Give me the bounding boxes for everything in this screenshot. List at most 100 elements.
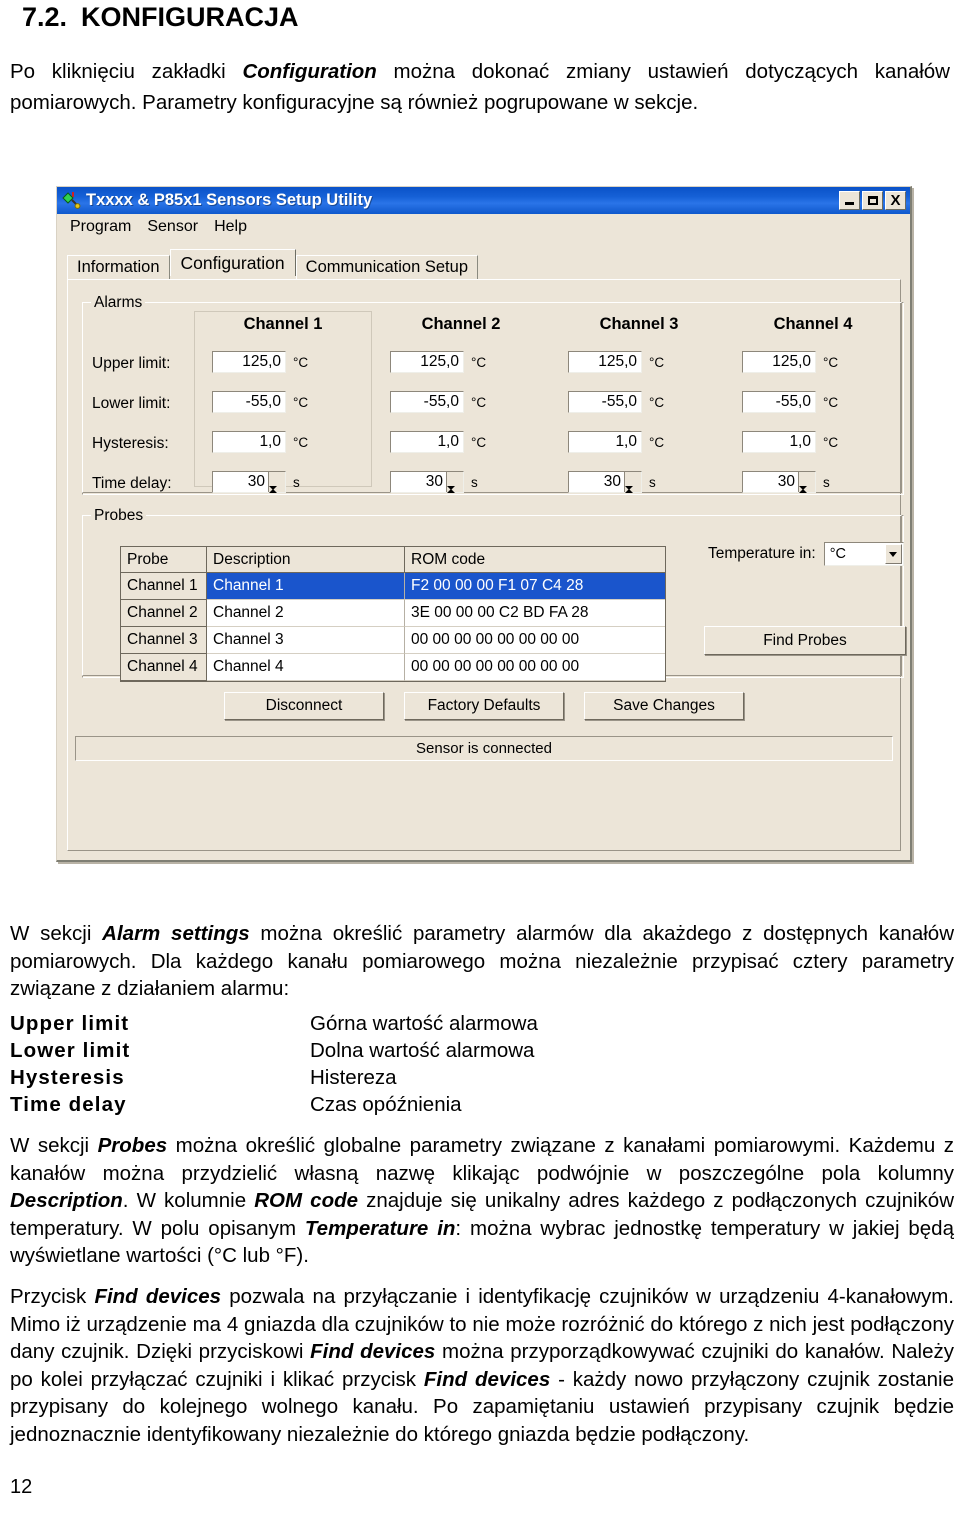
tab-configuration[interactable]: Configuration: [169, 249, 296, 276]
intro-text-before: Po kliknięciu zakładki: [10, 60, 243, 83]
action-button-row: Disconnect Factory Defaults Save Changes: [68, 692, 900, 720]
definition-term: Hysteresis: [10, 1066, 125, 1089]
probe-description-cell[interactable]: Channel 3: [207, 627, 405, 654]
maximize-button[interactable]: [862, 191, 883, 210]
definition-term: Lower limit: [10, 1039, 131, 1062]
menu-item-sensor[interactable]: Sensor: [147, 218, 198, 236]
p1-text-a: W sekcji: [10, 922, 103, 945]
probe-rom-code-cell: 00 00 00 00 00 00 00 00: [405, 627, 665, 654]
table-row[interactable]: Channel 2 Channel 2 3E 00 00 00 C2 BD FA…: [121, 600, 665, 627]
ch1-upper-unit: °C: [293, 354, 309, 370]
alarms-grid: Upper limit: Lower limit: Hysteresis: Ti…: [82, 309, 904, 507]
ch4-hysteresis-input[interactable]: 1,0: [742, 431, 816, 453]
channel-2-header: Channel 2: [421, 315, 501, 333]
probe-rom-code-cell: 00 00 00 00 00 00 00 00: [405, 654, 665, 681]
page-number: 12: [10, 1476, 33, 1498]
probe-rom-code-cell: F2 00 00 00 F1 07 C4 28: [405, 573, 665, 600]
alarm-settings-paragraph: W sekcji Alarm settings można określić p…: [10, 920, 954, 1003]
p2-emphasis-probes: Probes: [97, 1134, 168, 1157]
page-title: 7.2. KONFIGURACJA: [22, 2, 299, 33]
factory-defaults-button[interactable]: Factory Defaults: [404, 692, 564, 720]
ch1-time-delay-value: 30: [247, 473, 265, 490]
ch3-upper-unit: °C: [649, 354, 665, 370]
ch3-hysteresis-unit: °C: [649, 434, 665, 450]
window-title: Txxxx & P85x1 Sensors Setup Utility: [86, 191, 373, 209]
ch4-time-delay-stepper[interactable]: 30: [742, 471, 816, 507]
probes-table[interactable]: Probe Description ROM code Channel 1 Cha…: [120, 546, 666, 682]
temperature-unit-value: °C: [829, 546, 846, 562]
ch1-upper-limit-input[interactable]: 125,0: [212, 351, 286, 373]
menu-item-help[interactable]: Help: [214, 218, 247, 236]
save-changes-button[interactable]: Save Changes: [584, 692, 744, 720]
probe-name-cell: Channel 2: [121, 600, 207, 627]
p3-emphasis-3: Find devices: [423, 1367, 551, 1391]
definition-description: Histereza: [310, 1066, 397, 1089]
ch2-upper-limit-input[interactable]: 125,0: [390, 351, 464, 373]
list-item: Hysteresis Histereza: [10, 1064, 610, 1091]
ch1-lower-limit-input[interactable]: -55,0: [212, 391, 286, 413]
find-probes-button[interactable]: Find Probes: [704, 626, 906, 655]
ch3-upper-limit-input[interactable]: 125,0: [568, 351, 642, 373]
alarm-parameter-definitions: Upper limit Górna wartość alarmowa Lower …: [10, 1010, 610, 1118]
definition-term: Time delay: [10, 1093, 127, 1116]
ch1-hysteresis-input[interactable]: 1,0: [212, 431, 286, 453]
channel-1-header: Channel 1: [243, 315, 323, 333]
list-item: Time delay Czas opóźnienia: [10, 1091, 610, 1118]
menu-item-program[interactable]: Program: [70, 218, 131, 236]
ch4-spin-down-icon[interactable]: [799, 486, 815, 508]
channel-3-header: Channel 3: [599, 315, 679, 333]
ch4-upper-unit: °C: [823, 354, 839, 370]
table-row[interactable]: Channel 4 Channel 4 00 00 00 00 00 00 00…: [121, 654, 665, 681]
ch4-upper-limit-input[interactable]: 125,0: [742, 351, 816, 373]
ch3-hysteresis-input[interactable]: 1,0: [568, 431, 642, 453]
p2-emphasis-rom-code: ROM code: [254, 1189, 359, 1212]
p2-text-a: W sekcji: [10, 1134, 98, 1157]
close-button[interactable]: X: [885, 191, 906, 210]
ch2-hysteresis-input[interactable]: 1,0: [390, 431, 464, 453]
ch2-upper-unit: °C: [471, 354, 487, 370]
ch2-time-delay-stepper[interactable]: 30: [390, 471, 464, 507]
p3-emphasis-1: Find devices: [94, 1285, 222, 1308]
ch1-spin-down-icon[interactable]: [269, 486, 285, 508]
table-row[interactable]: Channel 1 Channel 1 F2 00 00 00 F1 07 C4…: [121, 573, 665, 600]
probe-description-cell[interactable]: Channel 4: [207, 654, 405, 681]
ch1-time-delay-stepper[interactable]: 30: [212, 471, 286, 507]
ch2-spin-down-icon[interactable]: [447, 486, 463, 508]
chevron-down-icon[interactable]: [884, 544, 902, 564]
p1-emphasis: Alarm settings: [102, 922, 250, 945]
probe-description-cell[interactable]: Channel 2: [207, 600, 405, 627]
ch3-spin-down-icon[interactable]: [625, 486, 641, 508]
table-row[interactable]: Channel 3 Channel 3 00 00 00 00 00 00 00…: [121, 627, 665, 654]
definition-description: Czas opóźnienia: [310, 1093, 462, 1116]
status-bar: Sensor is connected: [75, 736, 893, 761]
intro-emphasis: Configuration: [242, 60, 377, 83]
disconnect-button[interactable]: Disconnect: [224, 692, 384, 720]
ch3-lower-limit-input[interactable]: -55,0: [568, 391, 642, 413]
column-header-rom-code: ROM code: [405, 547, 665, 573]
p2-text-e: . W kolumnie: [122, 1189, 255, 1212]
probe-description-cell[interactable]: Channel 1: [207, 573, 405, 600]
list-item: Upper limit Górna wartość alarmowa: [10, 1010, 610, 1037]
tab-communication-setup[interactable]: Communication Setup: [295, 255, 478, 279]
title-bar: Txxxx & P85x1 Sensors Setup Utility X: [57, 187, 910, 214]
probe-name-cell: Channel 1: [121, 573, 207, 600]
sensor-icon: [61, 191, 81, 210]
configuration-panel: Alarms Upper limit: Lower limit: Hystere…: [67, 279, 906, 851]
intro-paragraph: Po kliknięciu zakładki Configuration moż…: [10, 56, 950, 118]
tab-information[interactable]: Information: [67, 255, 170, 279]
channel-4-header: Channel 4: [773, 315, 853, 333]
temperature-unit-select[interactable]: °C: [823, 542, 904, 566]
ch2-lower-limit-input[interactable]: -55,0: [390, 391, 464, 413]
ch4-hysteresis-unit: °C: [823, 434, 839, 450]
minimize-button[interactable]: [839, 191, 860, 210]
probe-rom-code-cell: 3E 00 00 00 C2 BD FA 28: [405, 600, 665, 627]
tab-strip: Information Configuration Communication …: [67, 249, 910, 279]
temperature-in-label: Temperature in:: [708, 545, 816, 562]
label-hysteresis: Hysteresis:: [92, 435, 169, 452]
ch4-lower-limit-input[interactable]: -55,0: [742, 391, 816, 413]
find-devices-paragraph: Przycisk Find devices pozwala na przyłąc…: [10, 1283, 954, 1448]
probes-group: Probes Probe Description ROM code Channe…: [82, 508, 906, 682]
definition-description: Górna wartość alarmowa: [310, 1012, 538, 1035]
ch2-time-delay-unit: s: [471, 474, 478, 490]
ch3-time-delay-stepper[interactable]: 30: [568, 471, 642, 507]
